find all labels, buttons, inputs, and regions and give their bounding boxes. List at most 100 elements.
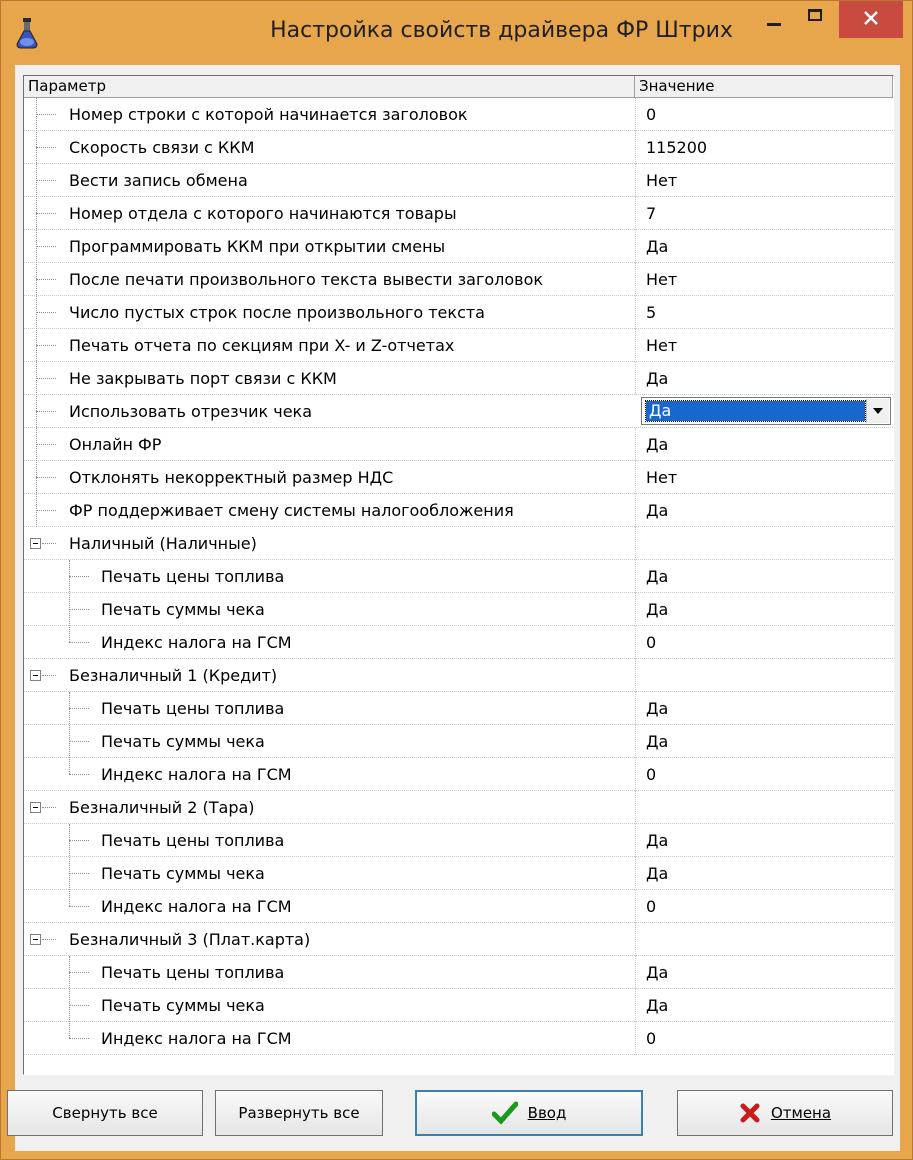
tree-connector [42,543,56,545]
param-value[interactable]: Да [646,362,668,395]
param-value[interactable]: Нет [646,263,677,296]
param-value[interactable]: Нет [646,461,677,494]
column-separator [635,362,636,395]
title-bar[interactable]: Настройка свойств драйвера ФР Штрих [1,1,912,65]
collapse-toggle-icon[interactable] [30,538,41,549]
collapse-toggle-icon[interactable] [30,802,41,813]
tree-connector [69,708,89,710]
param-value[interactable]: Да [646,560,668,593]
table-row[interactable]: Скорость связи с ККМ 115200 [24,131,893,164]
column-separator [635,428,636,461]
param-value[interactable]: Нет [646,329,677,362]
close-button[interactable] [839,1,903,38]
table-row[interactable]: Печать цены топлива Да [24,824,893,857]
table-row[interactable]: Номер отдела с которого начинаются товар… [24,197,893,230]
table-row[interactable]: После печати произвольного текста вывест… [24,263,893,296]
maximize-button[interactable] [797,1,841,38]
column-separator [635,230,636,263]
tree-connector [36,510,56,512]
param-label: ФР поддерживает смену системы налогообло… [69,501,514,520]
tree-group-row[interactable]: Безналичный 3 (Плат.карта) [24,923,893,956]
param-value[interactable]: Да [646,692,668,725]
param-value[interactable]: Да [646,494,668,527]
param-label: Печать цены топлива [101,699,285,718]
param-label: Безналичный 3 (Плат.карта) [69,930,311,949]
tree-connector [36,114,56,116]
tree-connector [42,675,56,677]
table-row[interactable]: Печать суммы чека Да [24,725,893,758]
param-value[interactable]: 7 [646,197,656,230]
tree-connector [36,411,56,413]
param-value[interactable]: 115200 [646,131,707,164]
property-grid[interactable]: Параметр Значение Номер строки с которой… [23,75,894,1075]
table-row[interactable]: Печать цены топлива Да [24,956,893,989]
tree-group-row[interactable]: Безналичный 2 (Тара) [24,791,893,824]
param-value[interactable]: 0 [646,758,656,791]
param-value[interactable]: Да [646,593,668,626]
tree-connector [42,939,56,941]
param-value[interactable]: 0 [646,98,656,131]
collapse-all-label: Свернуть все [52,1104,158,1122]
param-label: Не закрывать порт связи с ККМ [69,369,337,388]
tree-connector [42,807,56,809]
table-row[interactable]: Онлайн ФР Да [24,428,893,461]
param-value[interactable]: Да [646,956,668,989]
table-row[interactable]: ФР поддерживает смену системы налогообло… [24,494,893,527]
param-value[interactable]: Да [646,989,668,1022]
minimize-button[interactable] [753,1,797,38]
param-label: Печать суммы чека [101,996,265,1015]
param-label: Скорость связи с ККМ [69,138,255,157]
param-value[interactable]: Да [646,725,668,758]
table-row[interactable]: Печать суммы чека Да [24,857,893,890]
table-row[interactable]: Номер строки с которой начинается заголо… [24,98,893,131]
param-value[interactable]: Да [646,230,668,263]
table-row[interactable]: Программировать ККМ при открытии смены Да [24,230,893,263]
ok-button[interactable]: Ввод [415,1090,643,1136]
table-row[interactable]: Использовать отрезчик чека Да [24,395,893,428]
table-row[interactable]: Печать отчета по секциям при X- и Z-отче… [24,329,893,362]
table-row[interactable]: Индекс налога на ГСМ 0 [24,626,893,659]
table-row[interactable]: Не закрывать порт связи с ККМ Да [24,362,893,395]
column-separator [635,659,636,692]
param-value[interactable]: Да [646,857,668,890]
param-value[interactable]: Да [646,428,668,461]
tree-connector [69,692,70,774]
param-label: Вести запись обмена [69,171,248,190]
collapse-all-button[interactable]: Свернуть все [7,1090,203,1136]
collapse-toggle-icon[interactable] [30,934,41,945]
table-row[interactable]: Индекс налога на ГСМ 0 [24,890,893,923]
param-value[interactable]: 5 [646,296,656,329]
table-row[interactable]: Печать цены топлива Да [24,692,893,725]
table-row[interactable]: Печать цены топлива Да [24,560,893,593]
cancel-button[interactable]: Отмена [677,1090,893,1136]
column-header-value[interactable]: Значение [635,76,893,97]
param-label: Печать суммы чека [101,732,265,751]
param-value[interactable]: 0 [646,1022,656,1055]
tree-connector [69,576,89,578]
column-header-param[interactable]: Параметр [24,76,635,97]
expand-all-button[interactable]: Развернуть все [215,1090,383,1136]
table-row[interactable]: Индекс налога на ГСМ 0 [24,1022,893,1055]
value-dropdown[interactable]: Да [641,397,891,425]
table-row[interactable]: Число пустых строк после произвольного т… [24,296,893,329]
param-value[interactable]: 0 [646,890,656,923]
collapse-toggle-icon[interactable] [30,670,41,681]
table-row[interactable]: Отклонять некорректный размер НДС Нет [24,461,893,494]
table-row[interactable]: Вести запись обмена Нет [24,164,893,197]
table-row[interactable]: Индекс налога на ГСМ 0 [24,758,893,791]
column-separator [635,527,636,560]
table-row[interactable]: Печать суммы чека Да [24,989,893,1022]
tree-connector [69,642,89,644]
param-label: Печать цены топлива [101,567,285,586]
tree-group-row[interactable]: Наличный (Наличные) [24,527,893,560]
param-value[interactable]: Нет [646,164,677,197]
param-label: Индекс налога на ГСМ [101,765,292,784]
tree-connector [69,873,89,875]
column-separator [635,329,636,362]
tree-group-row[interactable]: Безналичный 1 (Кредит) [24,659,893,692]
table-row[interactable]: Печать суммы чека Да [24,593,893,626]
param-value[interactable]: 0 [646,626,656,659]
chevron-down-icon[interactable] [866,399,889,423]
dropdown-selected-value: Да [645,400,866,422]
param-value[interactable]: Да [646,824,668,857]
